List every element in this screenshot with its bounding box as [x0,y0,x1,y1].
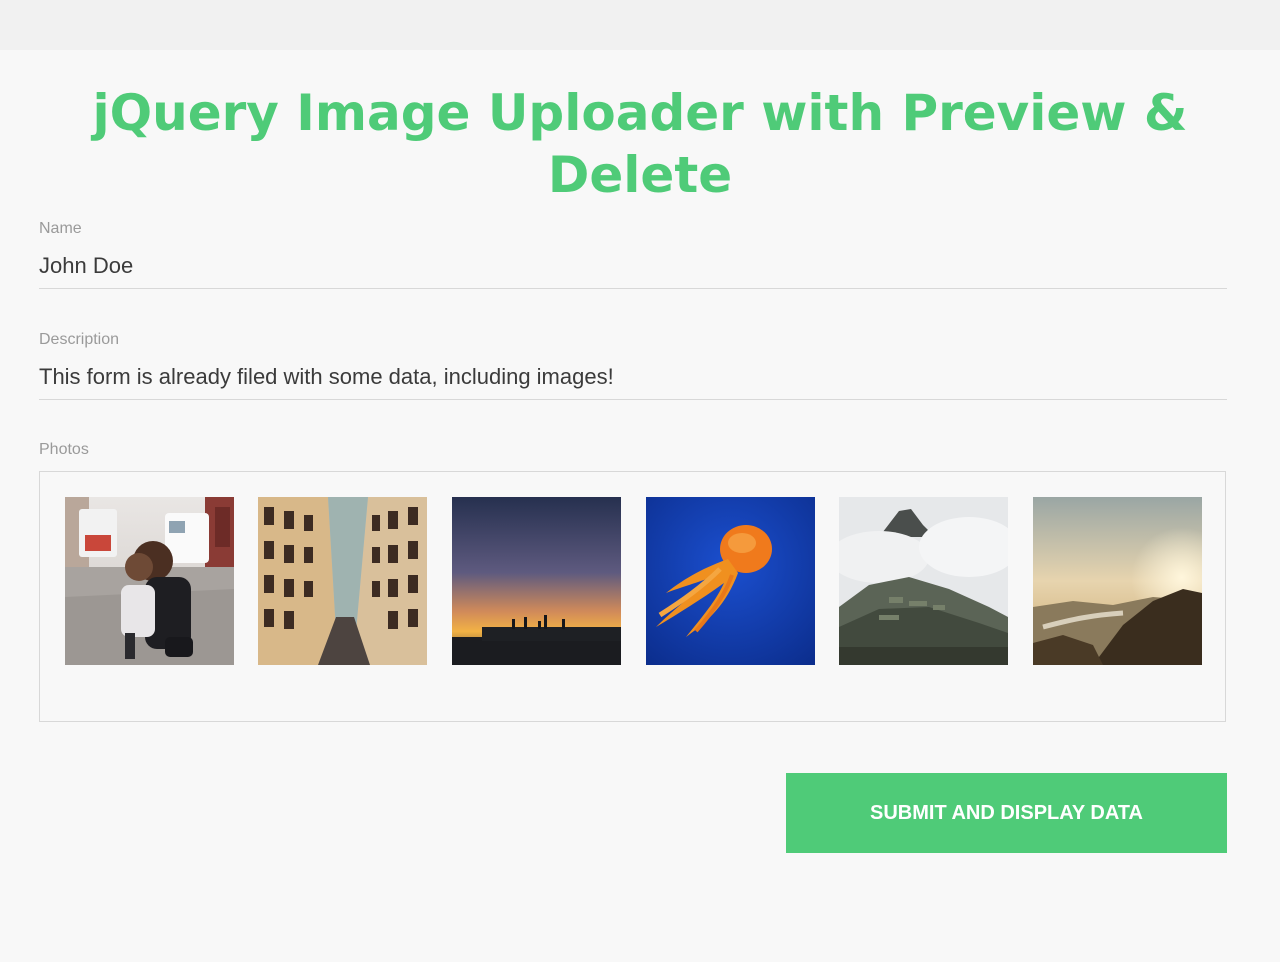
description-field-group: Description [39,331,1227,400]
photo-thumbnail-1[interactable] [65,497,234,665]
name-label: Name [39,220,82,237]
name-input[interactable] [39,251,1227,289]
description-input[interactable] [39,362,1227,400]
page-title: jQuery Image Uploader with Preview & Del… [92,84,1188,204]
photo-thumbnail-4[interactable] [646,497,815,665]
photo-1-image [65,497,234,665]
submit-button[interactable]: SUBMIT AND DISPLAY DATA [786,773,1227,853]
photo-thumbnail-6[interactable] [1033,497,1202,665]
photo-thumbnail-3[interactable] [452,497,621,665]
photo-thumbnail-5[interactable] [839,497,1008,665]
photos-label: Photos [39,441,89,458]
top-bar [0,0,1280,50]
photo-thumbnail-2[interactable] [258,497,427,665]
photo-5-image [839,497,1008,665]
photo-uploader-dropzone[interactable] [39,471,1226,722]
photo-4-image [646,497,815,665]
photos-field-group: Photos [39,441,1227,459]
photo-3-image [452,497,621,665]
description-label: Description [39,331,120,348]
name-field-group: Name [39,220,1227,289]
photo-2-image [258,497,427,665]
photo-6-image [1033,497,1202,665]
